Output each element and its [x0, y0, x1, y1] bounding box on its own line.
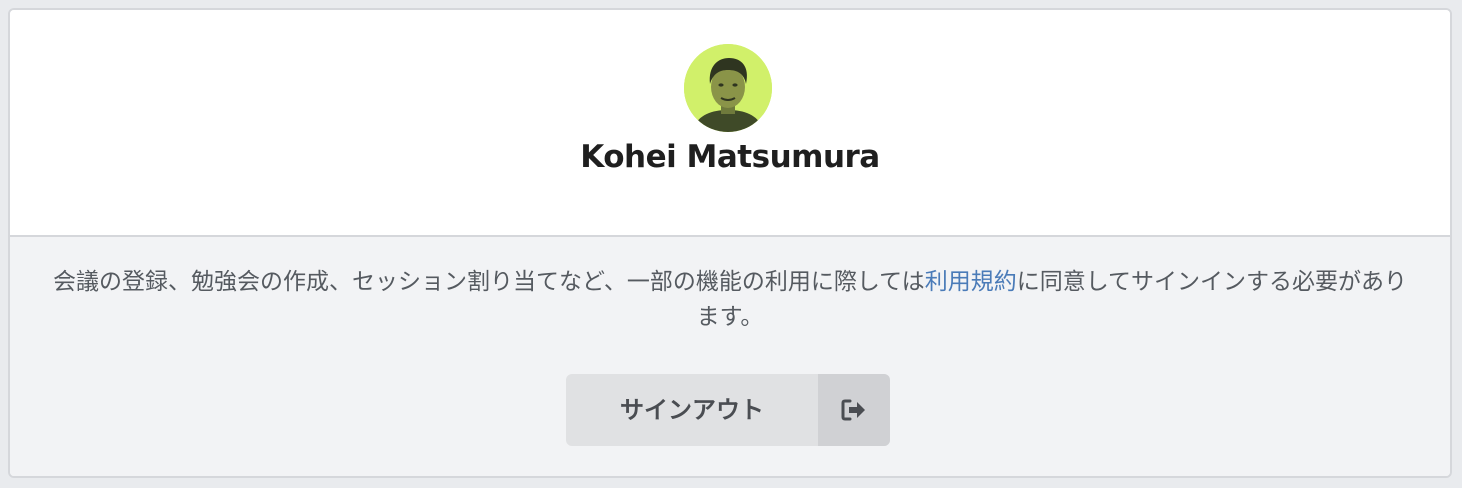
user-photo-icon — [684, 44, 772, 132]
signin-notice-panel: 会議の登録、勉強会の作成、セッション割り当てなど、一部の機能の利用に際しては利用… — [10, 237, 1450, 476]
profile-card: Kohei Matsumura 会議の登録、勉強会の作成、セッション割り当てなど… — [8, 8, 1452, 478]
avatar — [684, 44, 772, 132]
signout-button[interactable]: サインアウト — [566, 374, 890, 446]
sign-out-icon — [841, 399, 865, 421]
signin-notice: 会議の登録、勉強会の作成、セッション割り当てなど、一部の機能の利用に際しては利用… — [44, 265, 1416, 335]
signout-button-label: サインアウト — [620, 396, 764, 424]
profile-header: Kohei Matsumura — [10, 10, 1450, 236]
user-name: Kohei Matsumura — [580, 139, 880, 175]
notice-text-before: 会議の登録、勉強会の作成、セッション割り当てなど、一部の機能の利用に際しては — [52, 269, 925, 295]
signout-icon-box — [818, 374, 890, 446]
terms-link[interactable]: 利用規約 — [925, 269, 1017, 295]
